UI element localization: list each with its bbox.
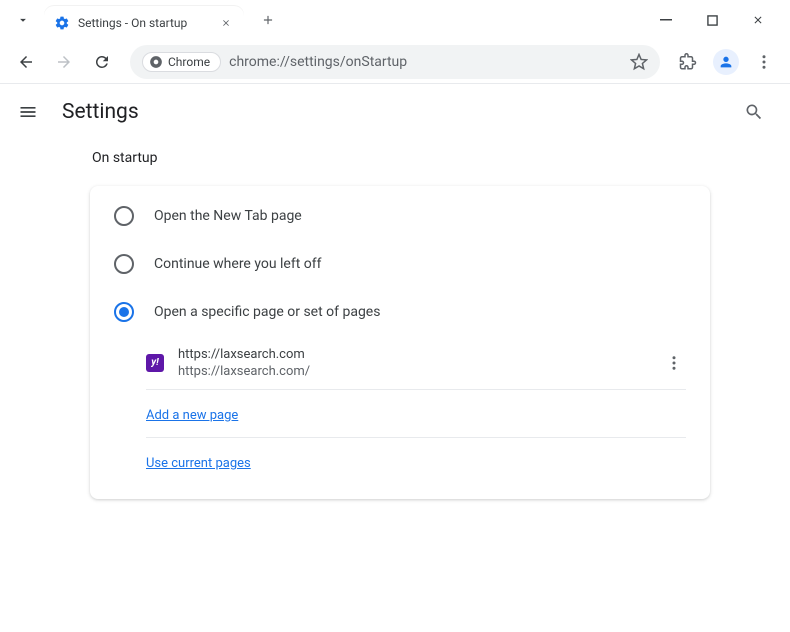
tab-close-button[interactable] [218, 15, 234, 31]
navigation-toolbar: Chrome chrome://settings/onStartup [0, 40, 790, 84]
chip-label: Chrome [168, 55, 210, 69]
option-label: Continue where you left off [154, 256, 322, 272]
minimize-button[interactable] [652, 6, 680, 34]
site-identity-chip[interactable]: Chrome [142, 52, 221, 72]
profile-button[interactable] [710, 46, 742, 78]
add-page-row: Add a new page [146, 390, 686, 438]
tab-search-dropdown[interactable] [8, 5, 38, 35]
tab-title: Settings - On startup [78, 16, 218, 30]
maximize-icon [707, 15, 718, 26]
close-icon [221, 18, 231, 28]
startup-pages-list: y! https://laxsearch.com https://laxsear… [90, 336, 710, 493]
chrome-logo-icon [149, 55, 163, 69]
section-heading: On startup [92, 150, 710, 166]
back-button[interactable] [10, 46, 42, 78]
star-icon[interactable] [630, 53, 648, 71]
hamburger-icon [18, 102, 38, 122]
reload-button[interactable] [86, 46, 118, 78]
settings-header: Settings [0, 84, 790, 140]
option-label: Open a specific page or set of pages [154, 304, 380, 320]
radio-icon [114, 206, 134, 226]
startup-card: Open the New Tab page Continue where you… [90, 186, 710, 499]
url-text: chrome://settings/onStartup [229, 54, 622, 70]
page-favicon-icon: y! [146, 354, 164, 372]
browser-tab[interactable]: Settings - On startup [44, 6, 244, 40]
search-icon [744, 102, 764, 122]
address-bar[interactable]: Chrome chrome://settings/onStartup [130, 45, 660, 79]
settings-gear-icon [54, 15, 70, 31]
page-info: https://laxsearch.com https://laxsearch.… [178, 346, 648, 379]
search-settings-button[interactable] [734, 92, 774, 132]
new-tab-button[interactable] [254, 6, 282, 34]
maximize-button[interactable] [698, 6, 726, 34]
menu-toggle[interactable] [16, 100, 40, 124]
window-titlebar: Settings - On startup [0, 0, 790, 40]
add-page-link[interactable]: Add a new page [146, 408, 238, 423]
option-continue[interactable]: Continue where you left off [90, 240, 710, 288]
forward-button[interactable] [48, 46, 80, 78]
settings-content: On startup Open the New Tab page Continu… [0, 140, 790, 519]
close-icon [752, 14, 764, 26]
option-label: Open the New Tab page [154, 208, 302, 224]
arrow-right-icon [55, 53, 73, 71]
extensions-button[interactable] [672, 46, 704, 78]
window-controls [652, 6, 782, 34]
dots-vertical-icon [665, 354, 683, 372]
use-current-link[interactable]: Use current pages [146, 456, 251, 471]
radio-icon [114, 254, 134, 274]
plus-icon [261, 13, 275, 27]
menu-button[interactable] [748, 46, 780, 78]
use-current-row: Use current pages [146, 438, 686, 485]
option-specific-pages[interactable]: Open a specific page or set of pages [90, 288, 710, 336]
page-url-text: https://laxsearch.com/ [178, 364, 648, 379]
option-new-tab[interactable]: Open the New Tab page [90, 192, 710, 240]
reload-icon [93, 53, 111, 71]
radio-icon [114, 302, 134, 322]
close-window-button[interactable] [744, 6, 772, 34]
chevron-down-icon [16, 13, 30, 27]
arrow-left-icon [17, 53, 35, 71]
minimize-icon [660, 14, 672, 26]
page-title-text: https://laxsearch.com [178, 346, 648, 364]
puzzle-icon [679, 53, 697, 71]
dots-vertical-icon [755, 53, 773, 71]
page-actions-button[interactable] [662, 354, 686, 372]
page-title: Settings [62, 100, 139, 124]
startup-page-row: y! https://laxsearch.com https://laxsear… [146, 336, 686, 390]
avatar-icon [713, 49, 739, 75]
